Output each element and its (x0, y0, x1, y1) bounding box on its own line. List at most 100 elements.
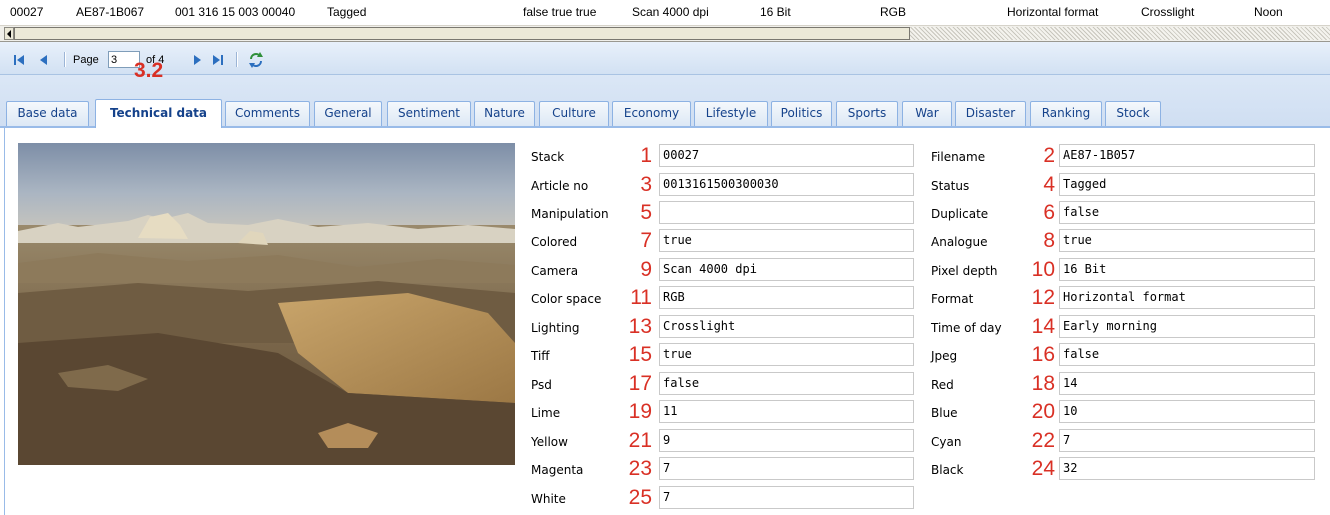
toolbar-separator (64, 52, 66, 67)
field-number-19: 19 (628, 400, 652, 423)
tab-culture[interactable]: Culture (539, 101, 609, 126)
field-number-7: 7 (640, 229, 652, 252)
tab-disaster[interactable]: Disaster (955, 101, 1026, 126)
scrollbar-thumb[interactable] (14, 27, 910, 40)
field-number-25: 25 (628, 486, 652, 509)
record-camera: Scan 4000 dpi (632, 5, 709, 19)
pixel-depth-field[interactable]: 16 Bit (1059, 258, 1315, 281)
yellow-field[interactable]: 9 (659, 429, 914, 452)
white-field[interactable]: 7 (659, 486, 914, 509)
article-no-field[interactable]: 0013161500300030 (659, 173, 914, 196)
field-number-15: 15 (628, 343, 652, 366)
field-label-manipulation: Manipulation (531, 207, 609, 221)
tab-comments[interactable]: Comments (225, 101, 310, 126)
field-number-4: 4 (1043, 173, 1055, 196)
field-number-14: 14 (1031, 315, 1055, 338)
lighting-field[interactable]: Crosslight (659, 315, 914, 338)
field-number-22: 22 (1031, 429, 1055, 452)
record-time-of-day: Noon (1254, 5, 1283, 19)
tab-nature[interactable]: Nature (474, 101, 535, 126)
record-stack: 00027 (10, 5, 44, 19)
blue-field[interactable]: 10 (1059, 400, 1315, 423)
record-status: Tagged (327, 5, 367, 19)
field-number-13: 13 (628, 315, 652, 338)
field-label-stack: Stack (531, 150, 565, 164)
tiff-field[interactable]: true (659, 343, 914, 366)
field-label-psd: Psd (531, 378, 552, 392)
tab-general[interactable]: General (314, 101, 382, 126)
tab-stock[interactable]: Stock (1105, 101, 1161, 126)
color-space-field[interactable]: RGB (659, 286, 914, 309)
field-label-black: Black (931, 463, 964, 477)
tab-sentiment[interactable]: Sentiment (387, 101, 471, 126)
field-number-16: 16 (1031, 343, 1055, 366)
field-number-2: 2 (1043, 144, 1055, 167)
field-label-duplicate: Duplicate (931, 207, 989, 221)
tab-war[interactable]: War (902, 101, 952, 126)
scrollbar-track[interactable] (910, 27, 1330, 40)
record-lighting: Crosslight (1141, 5, 1195, 19)
field-label-filename: Filename (931, 150, 986, 164)
field-label-colored: Colored (531, 235, 578, 249)
scroll-left-arrow-icon[interactable] (4, 27, 14, 40)
field-label-white: White (531, 492, 566, 506)
toolbar-separator (236, 52, 238, 67)
field-number-8: 8 (1043, 229, 1055, 252)
tab-economy[interactable]: Economy (612, 101, 691, 126)
camera-field[interactable]: Scan 4000 dpi (659, 258, 914, 281)
time-of-day-field[interactable]: Early morning (1059, 315, 1315, 338)
field-label-camera: Camera (531, 264, 579, 278)
field-label-pixel-depth: Pixel depth (931, 264, 998, 278)
horizontal-scrollbar[interactable] (0, 25, 1330, 42)
field-number-18: 18 (1031, 372, 1055, 395)
manipulation-field[interactable] (659, 201, 914, 224)
cyan-field[interactable]: 7 (1059, 429, 1315, 452)
record-row[interactable]: 00027 AE87-1B067 001 316 15 003 00040 Ta… (0, 0, 1330, 25)
magenta-field[interactable]: 7 (659, 457, 914, 480)
field-number-20: 20 (1031, 400, 1055, 423)
photo-preview (18, 143, 515, 465)
next-page-icon[interactable] (191, 54, 203, 66)
black-field[interactable]: 32 (1059, 457, 1315, 480)
field-label-cyan: Cyan (931, 435, 962, 449)
analogue-field[interactable]: true (1059, 229, 1315, 252)
psd-field[interactable]: false (659, 372, 914, 395)
jpeg-field[interactable]: false (1059, 343, 1315, 366)
field-number-3: 3 (640, 173, 652, 196)
field-number-24: 24 (1031, 457, 1055, 480)
tab-politics[interactable]: Politics (771, 101, 832, 126)
refresh-icon[interactable] (247, 51, 265, 69)
field-number-23: 23 (628, 457, 652, 480)
section-number-annotation: 3.2 (134, 59, 164, 82)
field-label-blue: Blue (931, 406, 958, 420)
first-page-icon[interactable] (13, 54, 25, 66)
field-number-5: 5 (640, 201, 652, 224)
tab-lifestyle[interactable]: Lifestyle (694, 101, 768, 126)
field-label-article-no: Article no (531, 179, 589, 193)
status-field[interactable]: Tagged (1059, 173, 1315, 196)
prev-page-icon[interactable] (38, 54, 50, 66)
record-format: Horizontal format (1007, 5, 1099, 19)
field-label-analogue: Analogue (931, 235, 988, 249)
field-label-tiff: Tiff (531, 349, 550, 363)
format-field[interactable]: Horizontal format (1059, 286, 1315, 309)
lime-field[interactable]: 11 (659, 400, 914, 423)
field-label-lighting: Lighting (531, 321, 580, 335)
tab-base-data[interactable]: Base data (6, 101, 89, 126)
duplicate-field[interactable]: false (1059, 201, 1315, 224)
stack-field[interactable]: 00027 (659, 144, 914, 167)
red-field[interactable]: 14 (1059, 372, 1315, 395)
page-label: Page (73, 54, 99, 66)
field-label-color-space: Color space (531, 292, 602, 306)
tab-sports[interactable]: Sports (836, 101, 898, 126)
filename-field[interactable]: AE87-1B057 (1059, 144, 1315, 167)
field-label-yellow: Yellow (531, 435, 568, 449)
record-flags: false true true (523, 5, 597, 19)
colored-field[interactable]: true (659, 229, 914, 252)
field-number-11: 11 (630, 286, 652, 309)
tab-ranking[interactable]: Ranking (1030, 101, 1102, 126)
tab-technical-data[interactable]: Technical data (95, 99, 222, 128)
field-number-17: 17 (628, 372, 652, 395)
last-page-icon[interactable] (212, 54, 224, 66)
record-filename: AE87-1B067 (76, 5, 145, 19)
